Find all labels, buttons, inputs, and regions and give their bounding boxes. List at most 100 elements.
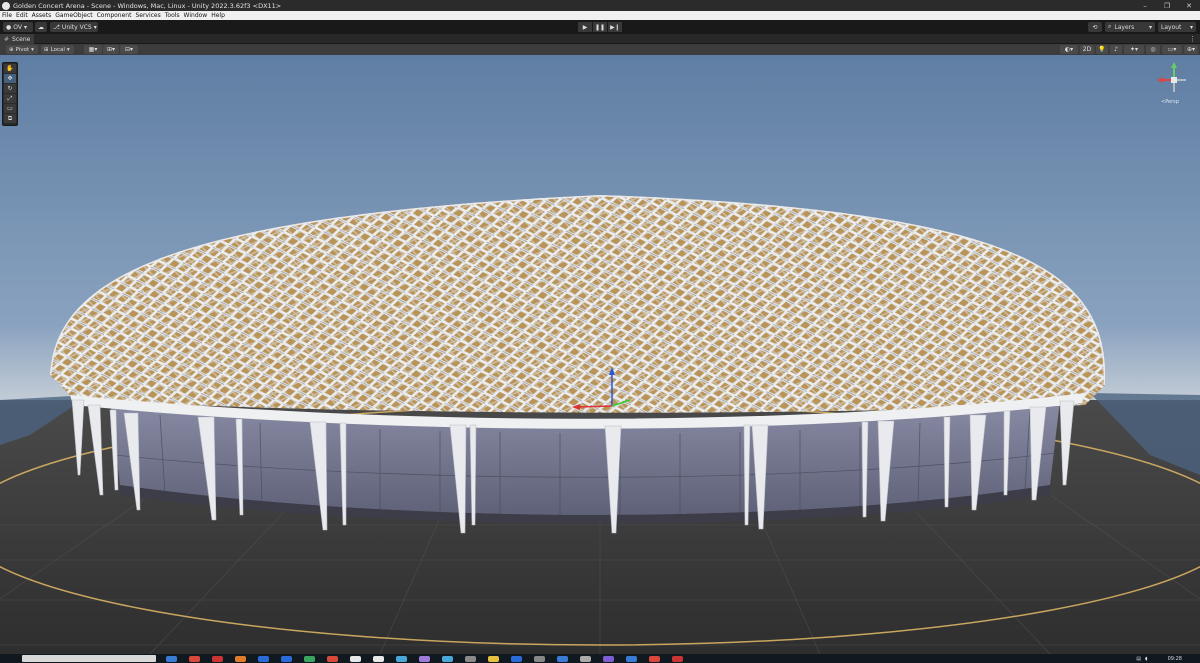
snap-icon: ⊟▾ <box>124 46 134 53</box>
gizmos-button[interactable]: ⊕▾ <box>1184 45 1198 54</box>
vcs-label: Unity VCS <box>61 23 92 31</box>
taskbar-app-icon[interactable] <box>327 655 338 662</box>
move-tool-icon[interactable]: ✥ <box>4 74 16 83</box>
taskbar-app-icon[interactable] <box>557 655 568 662</box>
taskbar-app-icon[interactable] <box>258 655 269 662</box>
taskbar-app-icon[interactable] <box>212 655 223 662</box>
pivot-toggle[interactable]: ⊕ Pivot ▾ <box>6 45 38 54</box>
play-controls: ▶ ❚❚ ▶❙ <box>578 22 623 32</box>
taskbar-app-icon[interactable] <box>189 655 200 662</box>
taskbar-app-icon[interactable] <box>419 655 430 662</box>
rect-tool-icon[interactable]: ▭ <box>4 104 16 113</box>
scene-render <box>0 55 1200 654</box>
tab-scene-label: Scene <box>12 35 31 43</box>
grid-size-button[interactable]: ⊞▾ <box>103 45 119 54</box>
scene-viewport[interactable] <box>0 55 1200 654</box>
menu-assets[interactable]: Assets <box>32 12 52 19</box>
effects-icon: ✦▾ <box>1129 46 1139 53</box>
vcs-icon: ⎇ <box>53 23 60 31</box>
layers-dropdown[interactable]: ⌕ Layers ▾ <box>1105 22 1155 32</box>
tab-scene[interactable]: # Scene <box>0 34 35 44</box>
grid-icon: ▦▾ <box>88 46 98 53</box>
audio-toggle[interactable]: ♪ <box>1110 45 1122 54</box>
minimize-button[interactable]: – <box>1134 0 1156 11</box>
menu-help[interactable]: Help <box>211 12 225 19</box>
taskbar-app-icon[interactable] <box>626 655 637 662</box>
lightbulb-icon: 💡 <box>1098 46 1106 53</box>
taskbar-app-icon[interactable] <box>649 655 660 662</box>
camera-settings-button[interactable]: ▭▾ <box>1162 45 1182 54</box>
taskbar-app-icon[interactable] <box>373 655 384 662</box>
hidden-objects-toggle[interactable]: ◎ <box>1146 45 1160 54</box>
taskbar-app-icon[interactable] <box>488 655 499 662</box>
kebab-menu-icon[interactable]: ⋮ <box>1189 35 1196 43</box>
taskbar-app-icon[interactable] <box>396 655 407 662</box>
tool-palette: ✋ ✥ ↻ ⤢ ▭ ⧉ <box>2 62 18 126</box>
taskbar-app-icon[interactable] <box>350 655 361 662</box>
layout-label: Layout <box>1161 23 1182 31</box>
hand-tool-icon[interactable]: ✋ <box>4 64 16 73</box>
pause-button[interactable]: ❚❚ <box>593 22 607 32</box>
grid-snap-toggle[interactable]: ▦▾ <box>84 45 102 54</box>
taskbar-app-icon[interactable] <box>603 655 614 662</box>
speaker-icon[interactable]: ◖ <box>1145 656 1148 662</box>
scene-view-toolbar: ⊕ Pivot ▾ ⊞ Local ▾ ▦▾ ⊞▾ ⊟▾ ◐▾ 2D 💡 ♪ ✦… <box>0 44 1200 55</box>
title-bar: Golden Concert Arena - Scene - Windows, … <box>0 0 1200 11</box>
account-label: OV <box>13 23 22 31</box>
scene-tab-bar: # Scene ⋮ <box>0 34 1200 44</box>
scale-tool-icon[interactable]: ⤢ <box>4 94 16 103</box>
gizmos-icon: ⊕▾ <box>1186 46 1196 53</box>
taskbar-app-icon[interactable] <box>465 655 476 662</box>
window-title: Golden Concert Arena - Scene - Windows, … <box>13 1 282 10</box>
vcs-button[interactable]: ⎇ Unity VCS ▾ <box>50 22 98 32</box>
increment-snap-button[interactable]: ⊟▾ <box>120 45 138 54</box>
system-tray: ▤ ◖ 09:28 <box>1136 654 1196 663</box>
menu-edit[interactable]: Edit <box>16 12 28 19</box>
lighting-toggle[interactable]: 💡 <box>1096 45 1108 54</box>
menu-component[interactable]: Component <box>97 12 132 19</box>
chevron-down-icon: ▾ <box>66 46 70 53</box>
taskbar-app-icon[interactable] <box>534 655 545 662</box>
menu-tools[interactable]: Tools <box>165 12 180 19</box>
local-toggle[interactable]: ⊞ Local ▾ <box>41 45 74 54</box>
account-button[interactable]: ● OV ▾ <box>3 22 33 32</box>
step-button[interactable]: ▶❙ <box>608 22 622 32</box>
transform-tool-icon[interactable]: ⧉ <box>4 114 16 123</box>
persp-label[interactable]: <Persp <box>1161 99 1179 105</box>
taskbar-app-icon[interactable] <box>235 655 246 662</box>
2d-toggle[interactable]: 2D <box>1080 45 1094 54</box>
cloud-button[interactable]: ☁ <box>35 22 47 32</box>
search-icon: ⌕ <box>1108 23 1112 30</box>
play-button[interactable]: ▶ <box>578 22 592 32</box>
taskbar-app-icon[interactable] <box>511 655 522 662</box>
account-icon: ● <box>6 23 12 31</box>
taskbar-app-icon[interactable] <box>166 655 177 662</box>
network-icon[interactable]: ▤ <box>1136 656 1141 662</box>
effects-toggle[interactable]: ✦▾ <box>1124 45 1144 54</box>
clock[interactable]: 09:28 <box>1168 656 1182 662</box>
window-controls: – ❐ ✕ <box>1134 0 1200 11</box>
taskbar-app-icon[interactable] <box>442 655 453 662</box>
taskbar-apps <box>166 655 695 662</box>
cloud-icon: ☁ <box>38 23 44 31</box>
taskbar-app-icon[interactable] <box>281 655 292 662</box>
taskbar-app-icon[interactable] <box>672 655 683 662</box>
taskbar-search[interactable] <box>22 655 156 662</box>
menu-gameobject[interactable]: GameObject <box>55 12 92 19</box>
maximize-button[interactable]: ❐ <box>1156 0 1178 11</box>
layers-label: Layers <box>1114 23 1135 31</box>
menu-services[interactable]: Services <box>135 12 160 19</box>
taskbar-app-icon[interactable] <box>580 655 591 662</box>
shading-mode-button[interactable]: ◐▾ <box>1060 45 1078 54</box>
layout-dropdown[interactable]: Layout ▾ <box>1158 22 1196 32</box>
local-label: Local <box>50 46 65 53</box>
close-button[interactable]: ✕ <box>1178 0 1200 11</box>
chevron-down-icon: ▾ <box>1189 23 1193 31</box>
history-button[interactable]: ⟲ <box>1088 22 1102 32</box>
sphere-icon: ◐▾ <box>1064 46 1074 53</box>
menu-file[interactable]: File <box>2 12 12 19</box>
taskbar-app-icon[interactable] <box>304 655 315 662</box>
eye-icon: ◎ <box>1150 46 1156 53</box>
rotate-tool-icon[interactable]: ↻ <box>4 84 16 93</box>
menu-window[interactable]: Window <box>184 12 208 19</box>
